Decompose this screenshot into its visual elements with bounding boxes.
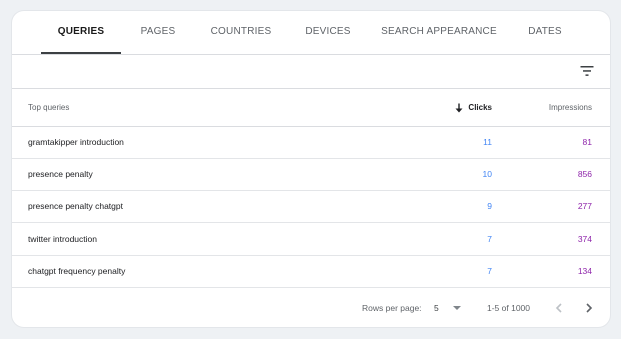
chevron-right-icon[interactable] — [583, 302, 595, 314]
query-cell: presence penalty — [28, 169, 93, 179]
impressions-cell: 134 — [577, 266, 592, 276]
impressions-cell: 374 — [577, 234, 592, 244]
table-row[interactable]: gramtakipper introduction 11 81 — [12, 127, 610, 159]
pagination-bar: Rows per page: 5 1-5 of 1000 — [12, 290, 610, 327]
header-impressions[interactable]: Impressions — [549, 89, 592, 126]
clicks-cell: 7 — [487, 234, 492, 244]
header-clicks[interactable]: Clicks — [455, 89, 492, 126]
header-clicks-label: Clicks — [468, 103, 492, 112]
impressions-cell: 277 — [577, 201, 592, 211]
tab-devices[interactable]: DEVICES — [298, 11, 358, 54]
filter-icon[interactable] — [580, 64, 594, 78]
filter-toolbar — [12, 54, 610, 89]
clicks-cell: 9 — [487, 201, 492, 211]
clicks-cell: 11 — [483, 137, 492, 147]
table-row[interactable]: chatgpt frequency penalty 7 134 — [12, 256, 610, 288]
impressions-cell: 81 — [582, 137, 592, 147]
table-header: Top queries Clicks Impressions — [12, 89, 610, 127]
rows-per-page-label: Rows per page: — [362, 303, 422, 313]
tab-search-appearance[interactable]: SEARCH APPEARANCE — [378, 11, 500, 54]
header-top-queries[interactable]: Top queries — [28, 89, 69, 126]
tab-countries[interactable]: COUNTRIES — [202, 11, 280, 54]
query-cell: gramtakipper introduction — [28, 137, 124, 147]
tab-dates[interactable]: DATES — [520, 11, 570, 54]
query-cell: twitter introduction — [28, 234, 97, 244]
query-cell: chatgpt frequency penalty — [28, 266, 126, 276]
performance-card: QUERIES PAGES COUNTRIES DEVICES SEARCH A… — [12, 11, 610, 327]
caret-down-icon[interactable] — [453, 306, 461, 310]
table-row[interactable]: twitter introduction 7 374 — [12, 224, 610, 256]
arrow-down-icon — [455, 103, 463, 113]
clicks-cell: 10 — [482, 169, 492, 179]
clicks-cell: 7 — [487, 266, 492, 276]
query-cell: presence penalty chatgpt — [28, 201, 123, 211]
tab-queries[interactable]: QUERIES — [41, 11, 121, 54]
impressions-cell: 856 — [577, 169, 592, 179]
chevron-left-icon[interactable] — [553, 302, 565, 314]
table-row[interactable]: presence penalty chatgpt 9 277 — [12, 191, 610, 223]
table-row[interactable]: presence penalty 10 856 — [12, 159, 610, 191]
rows-per-page-select[interactable]: 5 — [434, 290, 439, 327]
tab-bar: QUERIES PAGES COUNTRIES DEVICES SEARCH A… — [12, 11, 610, 55]
page-range: 1-5 of 1000 — [487, 303, 531, 313]
tab-pages[interactable]: PAGES — [128, 11, 188, 54]
